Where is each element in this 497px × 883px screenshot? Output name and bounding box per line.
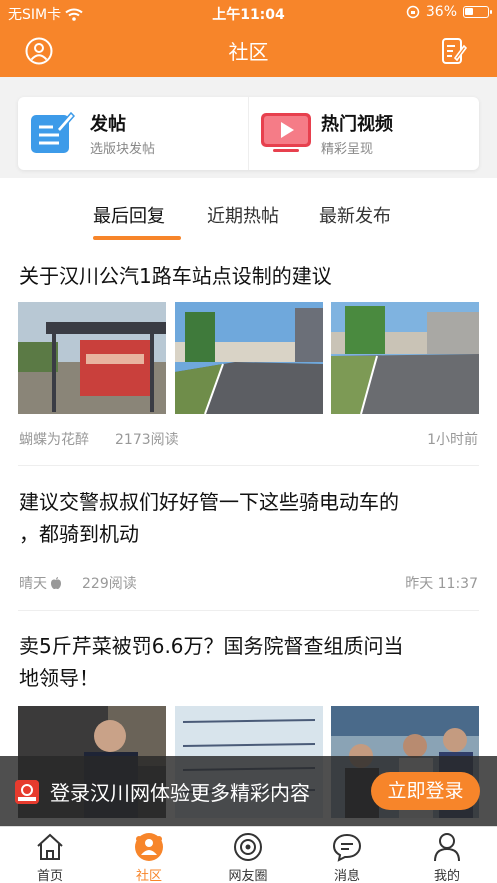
post-title[interactable]: 关于汉川公汽1路车站点设制的建议 <box>19 260 479 292</box>
post-time: 1小时前 <box>427 432 478 448</box>
orientation-lock-icon <box>406 5 420 19</box>
nav-home[interactable]: 首页 <box>10 827 90 883</box>
page-title: 社区 <box>228 40 269 64</box>
nav-label: 首页 <box>36 869 63 883</box>
battery-icon <box>463 6 492 18</box>
tab-newest[interactable]: 最新发布 <box>319 202 391 228</box>
nav-community[interactable]: 社区 <box>109 827 189 883</box>
nav-profile[interactable]: 我的 <box>407 827 487 883</box>
home-icon <box>37 833 63 860</box>
post-time: 昨天 11:37 <box>405 576 478 592</box>
app-logo <box>15 780 39 804</box>
hot-video-title: 热门视频 <box>321 114 393 135</box>
road-photo[interactable] <box>331 302 479 414</box>
feed-panel: 最后回复 近期热帖 最新发布 关于汉川公汽1路车站点设制的建议 蝴蝶为花醉 21… <box>0 178 497 825</box>
post-thumbnails[interactable] <box>18 302 479 414</box>
road-photo[interactable] <box>175 302 323 414</box>
tab-recent-hot[interactable]: 近期热帖 <box>207 202 279 228</box>
community-icon <box>135 833 163 861</box>
hot-video-subtitle: 精彩呈现 <box>321 142 374 157</box>
bottom-nav: 首页 社区 网友圈 消息 我的 <box>0 826 497 883</box>
video-icon <box>261 113 311 152</box>
login-button[interactable]: 立即登录 <box>371 772 480 810</box>
battery-percent: 36% <box>425 4 457 20</box>
login-prompt-text: 登录汉川网体验更多精彩内容 <box>50 781 310 805</box>
circle-icon <box>234 833 262 861</box>
active-tab-indicator <box>93 236 181 240</box>
nav-messages[interactable]: 消息 <box>307 827 387 883</box>
hot-video-entry-button[interactable]: 热门视频 精彩呈现 <box>249 97 479 170</box>
compose-post-icon[interactable] <box>441 36 467 66</box>
compose-icon <box>31 111 75 153</box>
post-entry-title: 发帖 <box>90 114 126 135</box>
top-bar: 无SIM卡 上午11:04 36% 社区 <box>0 0 497 77</box>
nav-friends-circle[interactable]: 网友圈 <box>208 827 288 883</box>
nav-label: 社区 <box>135 869 162 883</box>
divider <box>18 465 479 466</box>
nav-label: 网友圈 <box>228 869 268 883</box>
post-entry-button[interactable]: 发帖 选版块发帖 <box>18 97 248 170</box>
post-title-line2[interactable]: ，都骑到机动 <box>19 518 479 550</box>
post-title-line1[interactable]: 卖5斤芹菜被罚6.6万？国务院督查组质问当 <box>19 630 479 662</box>
post-title-line2[interactable]: 地领导！ <box>19 662 479 694</box>
status-right: 36% <box>406 4 492 20</box>
profile-icon <box>434 833 460 862</box>
bus-stop-photo[interactable] <box>18 302 166 414</box>
post-meta: 晴天 229阅读 昨天 11:37 <box>19 573 478 593</box>
post-reads: 229阅读 <box>82 576 137 592</box>
post-entry-subtitle: 选版块发帖 <box>90 142 156 157</box>
apple-icon <box>51 577 62 589</box>
status-bar: 无SIM卡 上午11:04 36% <box>0 0 497 26</box>
tab-last-reply[interactable]: 最后回复 <box>93 202 165 228</box>
post-author[interactable]: 蝴蝶为花醉 <box>19 429 89 449</box>
entry-card: 发帖 选版块发帖 热门视频 精彩呈现 <box>18 97 479 170</box>
author-name: 晴天 <box>19 576 47 592</box>
nav-label: 消息 <box>333 869 360 883</box>
feed-tabs: 最后回复 近期热帖 最新发布 <box>0 202 497 242</box>
divider <box>18 610 479 611</box>
post-title-line1[interactable]: 建议交警叔叔们好好管一下这些骑电动车的 <box>19 486 479 518</box>
app-logo-icon <box>15 780 39 804</box>
post-reads: 2173阅读 <box>115 432 179 448</box>
message-icon <box>332 833 362 862</box>
nav-label: 我的 <box>433 869 460 883</box>
post-author[interactable]: 晴天 <box>19 573 62 593</box>
post-meta: 蝴蝶为花醉 2173阅读 1小时前 <box>19 429 478 449</box>
